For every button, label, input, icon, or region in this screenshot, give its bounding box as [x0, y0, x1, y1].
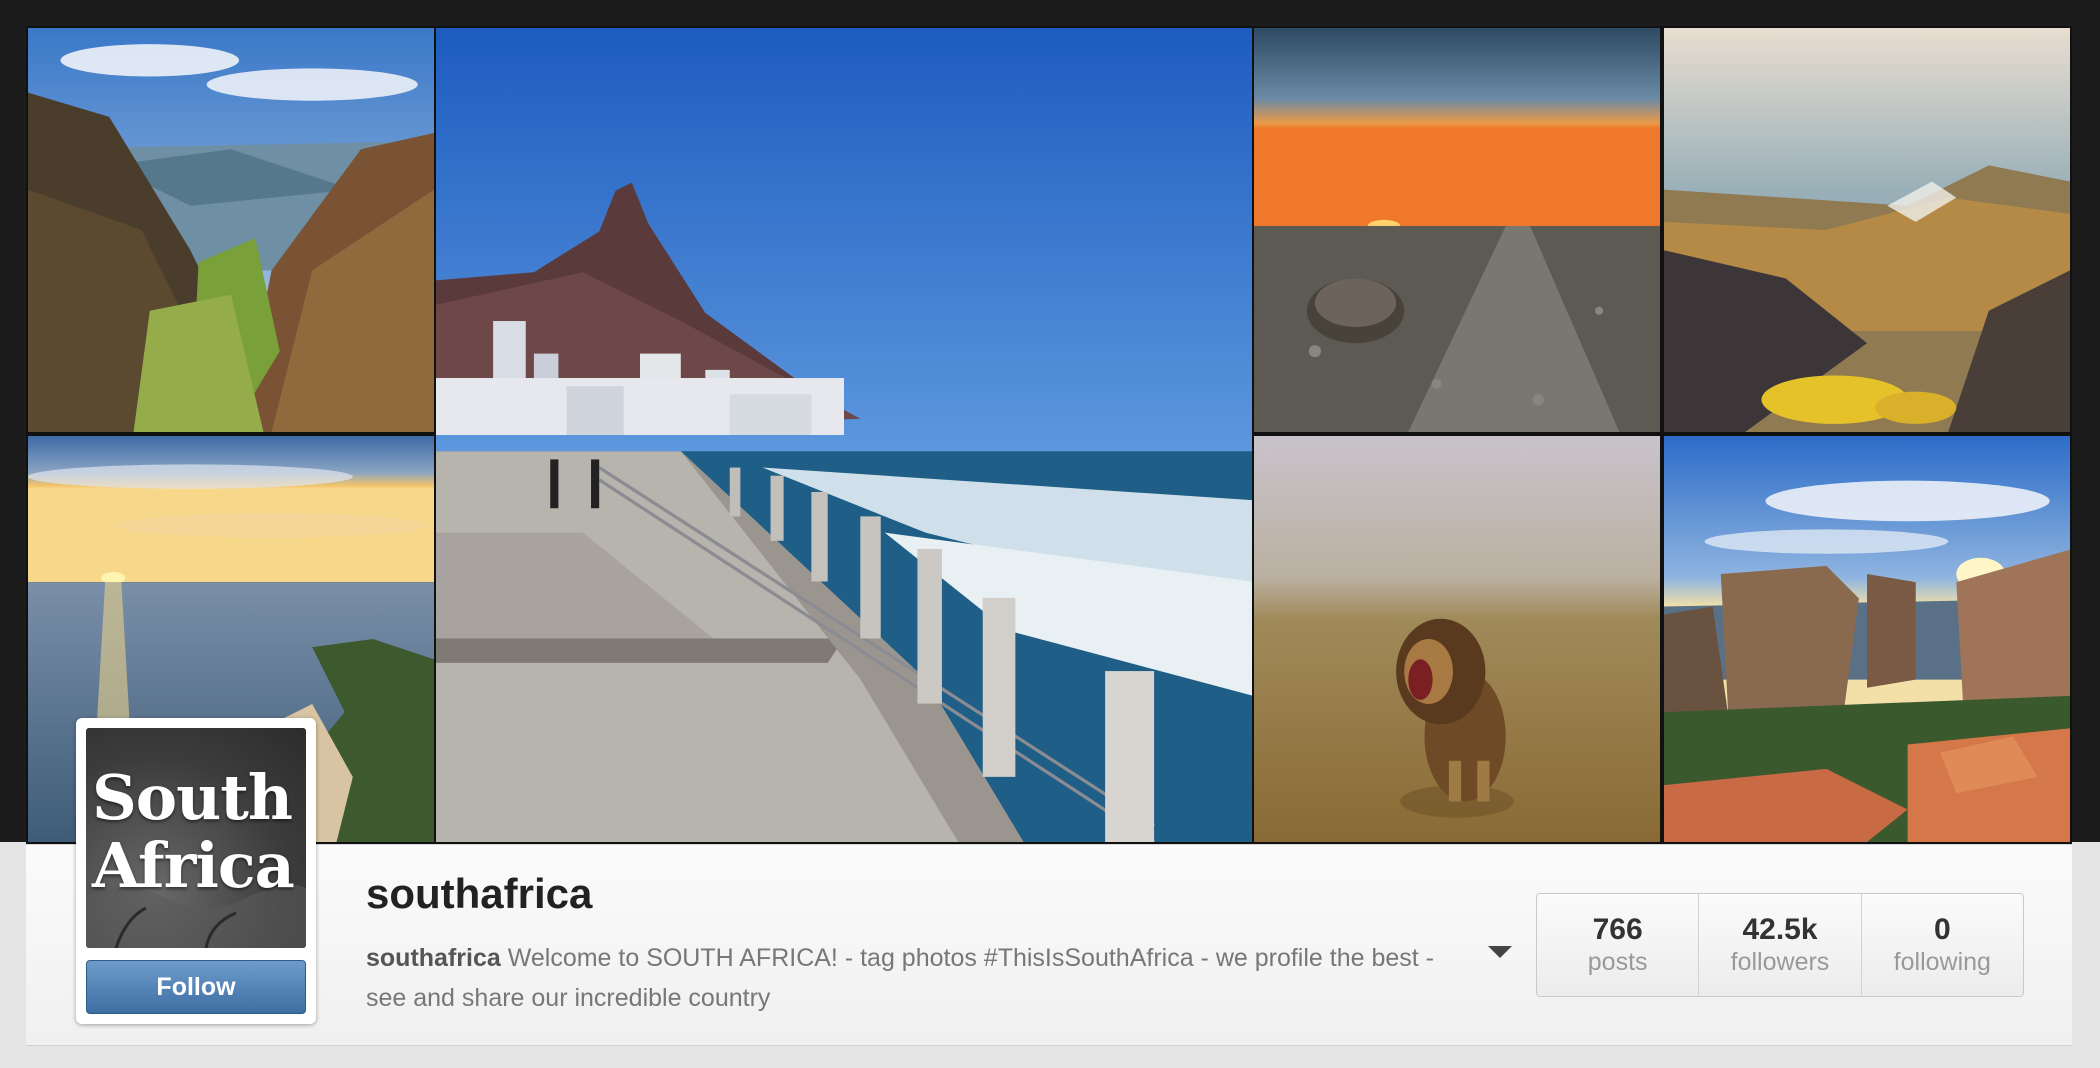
profile-stats: 766 posts 42.5k followers 0 following: [1536, 893, 2024, 997]
bio-text: Welcome to SOUTH AFRICA! - tag photos #T…: [366, 944, 1434, 1012]
photo-canyon[interactable]: [26, 26, 436, 434]
stat-followers-value: 42.5k: [1742, 913, 1818, 946]
photo-tortoise[interactable]: [1252, 26, 1662, 434]
stat-following-label: following: [1893, 948, 1991, 976]
photo-promenade[interactable]: [434, 26, 1254, 844]
avatar[interactable]: South Africa: [86, 728, 306, 948]
profile-bio: southafrica Welcome to SOUTH AFRICA! - t…: [366, 938, 1476, 1018]
photo-rock-cliffs[interactable]: [1662, 434, 2072, 844]
photo-coastline[interactable]: [1662, 26, 2072, 434]
stat-posts-value: 766: [1592, 913, 1643, 946]
photo-lion[interactable]: [1252, 434, 1662, 844]
follow-button[interactable]: Follow: [86, 960, 306, 1014]
avatar-logo-text: South Africa: [92, 764, 302, 900]
photo-mosaic: [26, 26, 2072, 844]
stat-followers[interactable]: 42.5k followers: [1698, 894, 1860, 996]
stat-following-value: 0: [1933, 913, 1951, 946]
profile-username: southafrica: [366, 870, 593, 917]
bio-username[interactable]: southafrica: [366, 944, 501, 972]
stat-posts-label: posts: [1587, 948, 1648, 976]
stat-following[interactable]: 0 following: [1860, 894, 2023, 996]
profile-avatar-card: South Africa Follow: [76, 718, 316, 1024]
stat-posts[interactable]: 766 posts: [1537, 894, 1698, 996]
avatar-logo-line2: Africa: [92, 829, 295, 902]
avatar-logo-line1: South: [92, 761, 293, 834]
caret-down-icon[interactable]: [1486, 942, 1514, 962]
stat-followers-label: followers: [1730, 948, 1830, 976]
